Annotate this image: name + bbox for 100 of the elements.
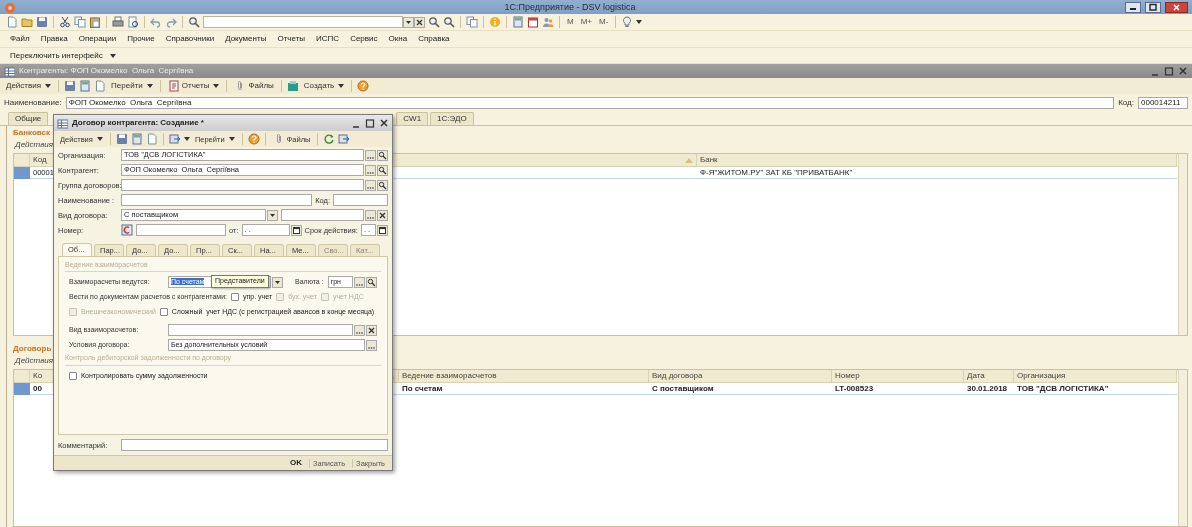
- numbering-icon[interactable]: [121, 224, 133, 236]
- settlement-kind-field[interactable]: [168, 324, 353, 337]
- scrollbar[interactable]: [1178, 370, 1187, 526]
- name-field[interactable]: [121, 194, 313, 206]
- tab[interactable]: 1С:ЭДО: [430, 112, 474, 125]
- calendar-button[interactable]: [377, 224, 388, 236]
- close-button[interactable]: [1165, 1, 1188, 13]
- caret-icon: [213, 83, 220, 89]
- restore-button[interactable]: [1145, 1, 1161, 13]
- table-cell: Ф-Я"ЖИТОМ.РУ" ЗАТ КБ "ПРИВАТБАНК": [697, 167, 1177, 179]
- checkbox[interactable]: [159, 308, 168, 317]
- tab[interactable]: CW1: [396, 112, 429, 125]
- clear-button[interactable]: [366, 324, 377, 336]
- menu-item[interactable]: ИСПС: [312, 34, 344, 44]
- sort-icon: [685, 156, 693, 164]
- comment-field[interactable]: [121, 439, 388, 451]
- menu-item[interactable]: Операции: [74, 34, 121, 44]
- calendar-button[interactable]: [290, 224, 302, 236]
- toolbar-button[interactable]: Файлы: [248, 81, 274, 91]
- column-header[interactable]: Дата: [964, 370, 1014, 383]
- code-field[interactable]: 000014211: [1138, 97, 1188, 109]
- preview-icon[interactable]: [127, 16, 139, 28]
- number-field[interactable]: [136, 224, 226, 236]
- goto-icon[interactable]: [168, 133, 181, 145]
- field-label: Наименование:: [4, 98, 62, 108]
- save-icon[interactable]: [115, 133, 128, 145]
- save-icon[interactable]: [36, 16, 48, 28]
- menu-button[interactable]: Создать: [303, 81, 345, 91]
- clear-button[interactable]: [377, 209, 388, 221]
- save-icon[interactable]: [64, 80, 77, 92]
- name-field[interactable]: ФОП Окомелко Ольга Сергіївна: [65, 97, 1115, 109]
- dropdown-button[interactable]: [267, 209, 278, 221]
- paste-icon[interactable]: [89, 16, 101, 28]
- menu-item[interactable]: Файл: [6, 34, 34, 44]
- caret-icon: [146, 83, 153, 89]
- undo-icon[interactable]: [150, 16, 162, 28]
- memory-button[interactable]: M: [565, 17, 576, 27]
- column-header[interactable]: Номер: [832, 370, 964, 383]
- menu-item[interactable]: Документы: [221, 34, 271, 44]
- menu-item[interactable]: Справка: [414, 34, 454, 44]
- create-icon[interactable]: [286, 80, 299, 92]
- tab[interactable]: Общие: [8, 112, 49, 125]
- code-field[interactable]: [333, 194, 388, 206]
- menu-item[interactable]: Прочие: [123, 34, 159, 44]
- column-header[interactable]: Организация: [1014, 370, 1177, 383]
- cut-icon[interactable]: [59, 16, 71, 28]
- menu-button[interactable]: Отчеты: [181, 81, 220, 91]
- minimize-button[interactable]: [1125, 1, 1141, 13]
- table-cell: 30.01.2018: [964, 383, 1014, 395]
- table-cell: С поставщиком: [649, 383, 832, 395]
- memory-button[interactable]: M-: [597, 17, 611, 27]
- memory-button[interactable]: M+: [578, 17, 594, 27]
- dropdown-button[interactable]: [403, 16, 414, 28]
- column-header[interactable]: Вид договора: [649, 370, 832, 383]
- menu-item[interactable]: Справочники: [161, 34, 219, 44]
- menu-button[interactable]: Перейти: [111, 81, 153, 91]
- scrollbar[interactable]: [1178, 154, 1187, 335]
- search-field[interactable]: [203, 16, 403, 28]
- table-cell: По счетам: [399, 383, 649, 395]
- folder-icon[interactable]: [21, 16, 33, 28]
- dropdown-button[interactable]: [272, 276, 283, 288]
- help-icon[interactable]: [357, 80, 370, 92]
- find-previous-icon[interactable]: [443, 16, 455, 28]
- search-button[interactable]: [377, 149, 388, 161]
- group-field[interactable]: [121, 179, 364, 191]
- ok-button[interactable]: OK: [287, 458, 306, 468]
- refresh-icon[interactable]: [323, 133, 336, 145]
- copy-icon[interactable]: [74, 16, 86, 28]
- find-next-icon[interactable]: [428, 16, 440, 28]
- redo-icon[interactable]: [165, 16, 177, 28]
- search-button[interactable]: [377, 164, 388, 176]
- calculator-icon[interactable]: [512, 16, 524, 28]
- help-icon[interactable]: [247, 133, 260, 145]
- checkbox[interactable]: [231, 293, 240, 302]
- menu-item[interactable]: Окна: [384, 34, 412, 44]
- window-icon: [57, 117, 68, 129]
- close-button[interactable]: [1178, 66, 1188, 76]
- checkbox[interactable]: [69, 371, 77, 380]
- printer-icon[interactable]: [112, 16, 124, 28]
- maximize-button[interactable]: [365, 118, 375, 128]
- window-title: Контрагенты: ФОП Окомелко Ольга Сергіївна: [19, 66, 195, 76]
- search-button[interactable]: [366, 276, 377, 288]
- menu-item[interactable]: Сервис: [346, 34, 382, 44]
- caret-icon: [96, 136, 103, 142]
- extra-field[interactable]: [281, 209, 364, 221]
- caret-icon: [338, 83, 345, 89]
- calendar-icon[interactable]: [527, 16, 539, 28]
- lamp-icon[interactable]: [621, 16, 634, 28]
- menu-button[interactable]: Действия: [6, 81, 52, 91]
- new-document-icon[interactable]: [6, 16, 18, 28]
- search-icon[interactable]: [188, 16, 200, 28]
- menu-item[interactable]: Отчеты: [273, 34, 310, 44]
- menu-button[interactable]: Переключить интерфейс: [6, 50, 107, 61]
- field-label: Код:: [1118, 98, 1134, 108]
- search-button[interactable]: [377, 179, 388, 191]
- clear-button[interactable]: [414, 16, 425, 28]
- close-button[interactable]: [379, 118, 389, 128]
- column-header[interactable]: Банк: [697, 154, 1177, 167]
- menu-item[interactable]: Правка: [36, 34, 72, 44]
- column-header[interactable]: Ведение взаиморасчетов: [399, 370, 649, 383]
